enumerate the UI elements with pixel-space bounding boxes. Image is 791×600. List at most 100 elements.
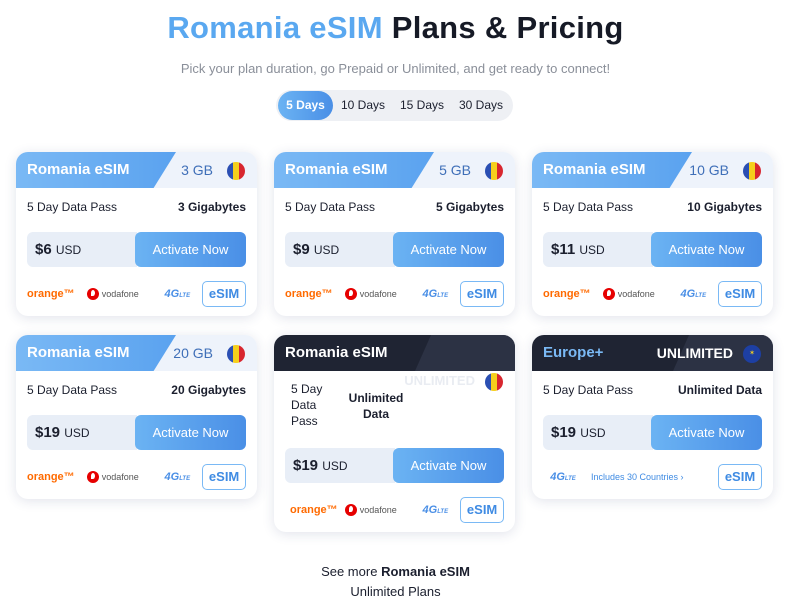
plan-price: $6 USD	[27, 232, 137, 267]
plan-duration: 5 Day Data Pass	[543, 200, 634, 214]
orange-logo: orange™	[27, 471, 75, 483]
orange-logo: orange™	[543, 288, 591, 300]
plan-price: $11 USD	[543, 232, 653, 267]
activate-now-button[interactable]: Activate Now	[651, 415, 762, 450]
esim-badge: eSIM	[202, 281, 246, 307]
eu-flag-icon: ✶	[743, 345, 761, 363]
carrier-logos: orange™ vodafone 4GLTE eSIM	[285, 280, 504, 308]
plan-card-romania-unlimited: Romania eSIM UNLIMITED 5 Day Data Pass U…	[274, 335, 515, 532]
plan-card-20gb: Romania eSIM 20 GB 5 Day Data Pass 20 Gi…	[16, 335, 257, 499]
title-rest: Plans & Pricing	[391, 10, 624, 45]
romania-flag-icon	[227, 345, 245, 363]
plan-name: Europe+	[543, 344, 604, 361]
vodafone-logo: vodafone	[344, 504, 411, 516]
card-header: Romania eSIM 5 GB	[274, 152, 515, 188]
plan-card-3gb: Romania eSIM 3 GB 5 Day Data Pass 3 Giga…	[16, 152, 257, 316]
page-subtitle: Pick your plan duration, go Prepaid or U…	[180, 61, 611, 76]
tab-15-days[interactable]: 15 Days	[393, 91, 451, 120]
romania-flag-icon	[485, 162, 503, 180]
duration-tabs: 5 Days 10 Days 15 Days 30 Days	[276, 90, 513, 121]
activate-now-button[interactable]: Activate Now	[135, 415, 246, 450]
esim-badge: eSIM	[202, 464, 246, 490]
plan-data: Unlimited Data	[677, 383, 762, 397]
see-more-footer: See more Romania eSIM Unlimited Plans	[0, 562, 791, 600]
plan-duration: 5 Day Data Pass	[291, 382, 323, 428]
plan-name: Romania eSIM	[27, 161, 130, 178]
esim-badge: eSIM	[718, 464, 762, 490]
plan-size: 5 GB	[439, 162, 471, 178]
vodafone-icon	[602, 288, 615, 300]
plan-duration: 5 Day Data Pass	[27, 383, 118, 397]
page-title: Romania eSIM Plans & Pricing	[0, 10, 791, 46]
4g-lte-logo: 4GLTE	[422, 504, 449, 516]
orange-logo: orange™	[27, 288, 75, 300]
carrier-logos: orange™ vodafone 4GLTE eSIM	[27, 280, 246, 308]
plan-duration: 5 Day Data Pass	[543, 383, 634, 397]
carrier-logos: orange™ vodafone 4GLTE eSIM	[543, 280, 762, 308]
vodafone-logo: vodafone	[602, 288, 669, 300]
plan-duration: 5 Day Data Pass	[27, 200, 118, 214]
plan-data: 3 Gigabytes	[177, 200, 246, 214]
plan-data: 5 Gigabytes	[435, 200, 504, 214]
orange-logo: orange™	[290, 504, 338, 516]
plan-size: 10 GB	[689, 162, 729, 178]
plan-size: UNLIMITED	[404, 373, 475, 388]
see-more-link[interactable]: See more Romania eSIM	[0, 562, 791, 582]
vodafone-icon	[344, 288, 357, 300]
carrier-logos: orange™ vodafone 4GLTE eSIM	[285, 496, 504, 524]
plan-data: 20 Gigabytes	[171, 383, 246, 397]
tab-5-days[interactable]: 5 Days	[278, 91, 333, 120]
tab-30-days[interactable]: 30 Days	[451, 91, 511, 120]
activate-now-button[interactable]: Activate Now	[135, 232, 246, 267]
vodafone-logo: vodafone	[86, 288, 153, 300]
plan-size: UNLIMITED	[656, 345, 733, 361]
4g-lte-logo: 4GLTE	[422, 288, 449, 300]
plan-data: Unlimited Data	[348, 391, 404, 421]
plan-size: 3 GB	[181, 162, 213, 178]
plan-name: Romania eSIM	[285, 344, 388, 361]
esim-badge: eSIM	[460, 497, 504, 523]
plan-name: Romania eSIM	[285, 161, 388, 178]
vodafone-icon	[86, 471, 99, 483]
esim-badge: eSIM	[718, 281, 762, 307]
4g-lte-logo: 4GLTE	[680, 288, 707, 300]
4g-lte-logo: 4GLTE	[550, 471, 576, 483]
card-header: Romania eSIM 20 GB	[16, 335, 257, 371]
esim-badge: eSIM	[460, 281, 504, 307]
card-header: Romania eSIM	[274, 335, 515, 371]
plan-price: $19 USD	[27, 415, 137, 450]
plan-card-europe-plus: Europe+ UNLIMITED ✶ 5 Day Data Pass Unli…	[532, 335, 773, 499]
plan-size: 20 GB	[173, 345, 213, 361]
card-header: Europe+ UNLIMITED ✶	[532, 335, 773, 371]
plan-data: 10 Gigabytes	[687, 200, 762, 214]
plan-card-10gb: Romania eSIM 10 GB 5 Day Data Pass 10 Gi…	[532, 152, 773, 316]
romania-flag-icon	[743, 162, 761, 180]
plan-price: $19 USD	[543, 415, 653, 450]
tab-10-days[interactable]: 10 Days	[333, 91, 393, 120]
plan-price: $19 USD	[285, 448, 395, 483]
romania-flag-icon	[227, 162, 245, 180]
activate-now-button[interactable]: Activate Now	[393, 448, 504, 483]
orange-logo: orange™	[285, 288, 333, 300]
vodafone-logo: vodafone	[344, 288, 411, 300]
vodafone-logo: vodafone	[86, 471, 153, 483]
plan-price: $9 USD	[285, 232, 395, 267]
romania-flag-icon	[485, 373, 503, 391]
plan-name: Romania eSIM	[27, 344, 130, 361]
card-header: Romania eSIM 3 GB	[16, 152, 257, 188]
4g-lte-logo: 4GLTE	[164, 471, 191, 483]
4g-lte-logo: 4GLTE	[164, 288, 191, 300]
carrier-logos: 4GLTE Includes 30 Countries › eSIM	[543, 463, 762, 491]
plan-duration: 5 Day Data Pass	[285, 200, 376, 214]
title-accent: Romania eSIM	[167, 10, 383, 45]
includes-countries-link[interactable]: Includes 30 Countries ›	[591, 472, 684, 482]
card-header: Romania eSIM 10 GB	[532, 152, 773, 188]
unlimited-plans-link[interactable]: Unlimited Plans	[0, 582, 791, 600]
vodafone-icon	[344, 504, 357, 516]
activate-now-button[interactable]: Activate Now	[393, 232, 504, 267]
carrier-logos: orange™ vodafone 4GLTE eSIM	[27, 463, 246, 491]
activate-now-button[interactable]: Activate Now	[651, 232, 762, 267]
vodafone-icon	[86, 288, 99, 300]
plan-card-5gb: Romania eSIM 5 GB 5 Day Data Pass 5 Giga…	[274, 152, 515, 316]
plan-name: Romania eSIM	[543, 161, 646, 178]
